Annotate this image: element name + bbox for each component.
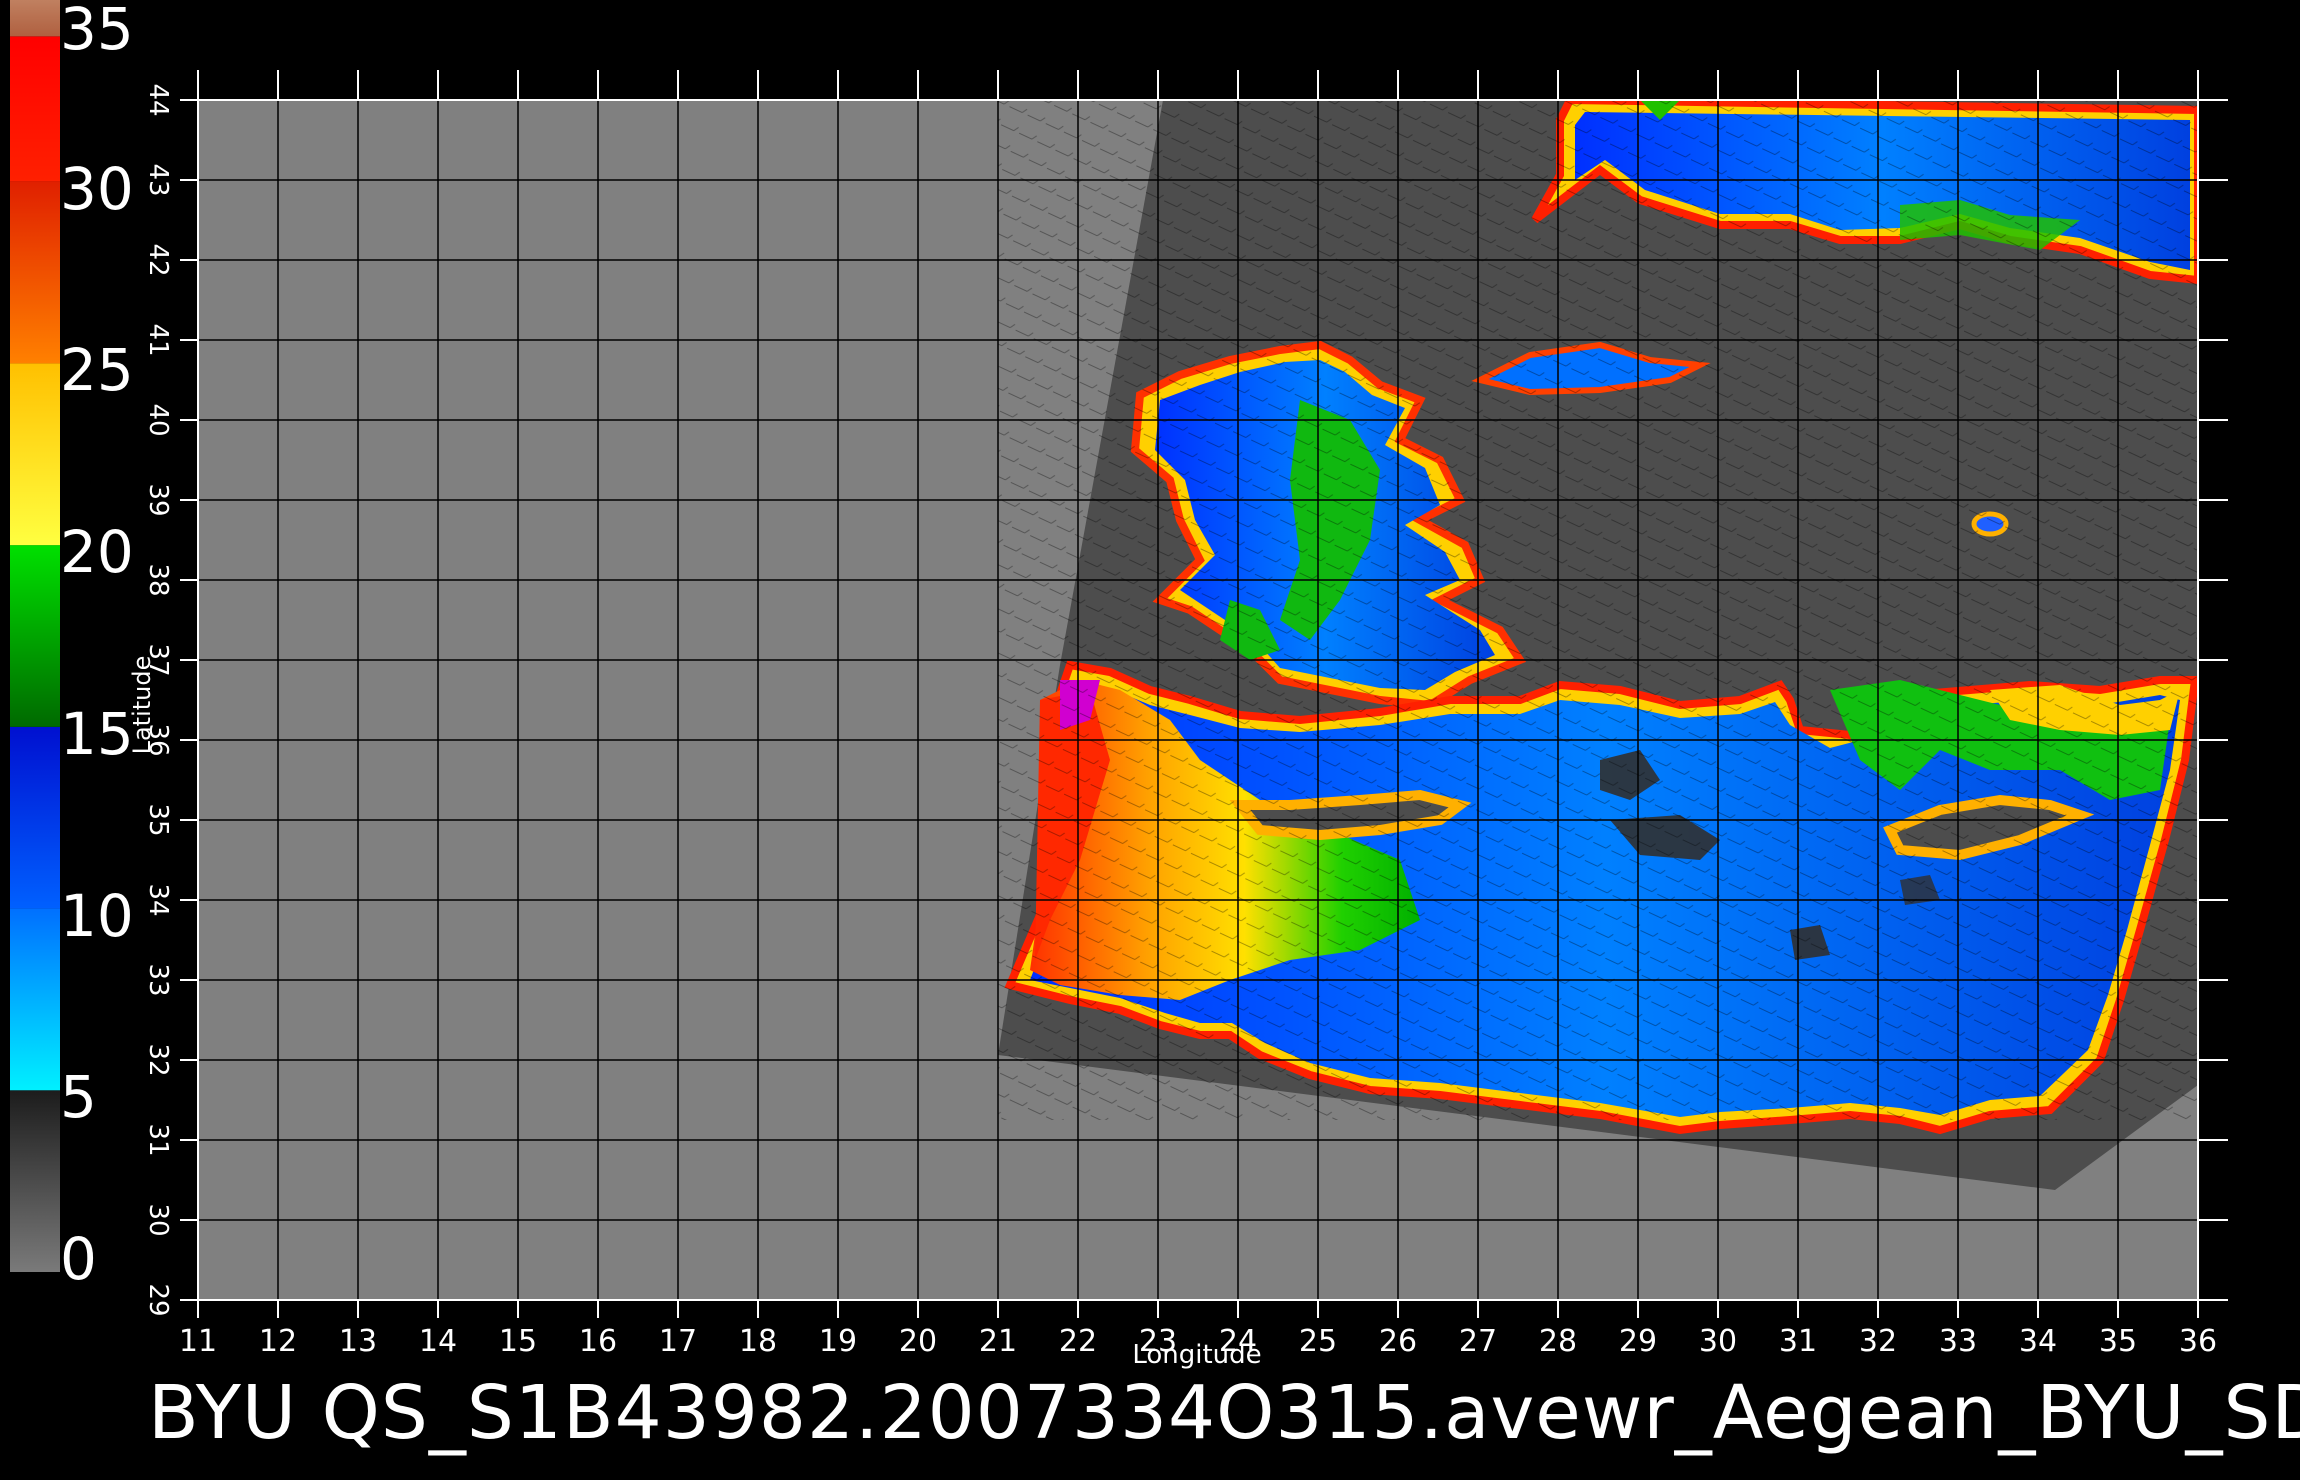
y-tick-label: 30 [143, 1203, 173, 1237]
y-tick-label: 38 [143, 563, 173, 597]
y-tick-label: 35 [143, 803, 173, 837]
colorbar-segment-5-10 [10, 908, 60, 1091]
colorbar-segment-20-25 [10, 363, 60, 546]
colorbar [10, 0, 60, 1272]
image-caption: BYU QS_S1B43982.2007334O315.avewr_Aegean… [148, 1370, 2300, 1456]
colorbar-tick-label: 5 [60, 1063, 97, 1132]
x-tick-label: 30 [1698, 1324, 1738, 1359]
x-tick-label: 18 [738, 1324, 778, 1359]
wind-barb-overlay [998, 100, 2198, 1120]
y-tick-label: 41 [143, 323, 173, 357]
colorbar-segment-30-34 [10, 36, 60, 182]
x-tick-label: 19 [818, 1324, 858, 1359]
x-tick-label: 36 [2178, 1324, 2218, 1359]
x-tick-label: 14 [418, 1324, 458, 1359]
x-tick-label: 16 [578, 1324, 618, 1359]
satellite-swath [998, 100, 2198, 1190]
x-tick-label: 26 [1378, 1324, 1418, 1359]
y-tick-label: 40 [143, 403, 173, 437]
colorbar-segment-15-20 [10, 545, 60, 727]
colorbar-tick-label: 15 [60, 699, 134, 768]
colorbar-tick-label: 20 [60, 518, 134, 587]
x-tick-label: 12 [258, 1324, 298, 1359]
colorbar-segment-0-5 [10, 1090, 60, 1272]
y-tick-label: 44 [143, 83, 173, 117]
x-tick-label: 34 [2018, 1324, 2058, 1359]
x-tick-label: 17 [658, 1324, 698, 1359]
x-tick-label: 22 [1058, 1324, 1098, 1359]
x-tick-label: 13 [338, 1324, 378, 1359]
y-tick-label: 33 [143, 963, 173, 997]
x-tick-label: 15 [498, 1324, 538, 1359]
x-tick-label: 32 [1858, 1324, 1898, 1359]
x-tick-label: 20 [898, 1324, 938, 1359]
x-tick-label: 33 [1938, 1324, 1978, 1359]
y-tick-label: 32 [143, 1043, 173, 1077]
y-tick-label: 42 [143, 243, 173, 277]
y-tick-label: 34 [143, 883, 173, 917]
x-tick-label: 31 [1778, 1324, 1818, 1359]
x-tick-label: 11 [178, 1324, 218, 1359]
colorbar-tick-label: 10 [60, 881, 134, 950]
colorbar-segment-10-15 [10, 726, 60, 909]
colorbar-tick-label: 0 [60, 1225, 97, 1293]
y-tick-label: 39 [143, 483, 173, 517]
colorbar-segment-34-35 [10, 0, 60, 37]
colorbar-tick-label: 25 [60, 336, 134, 405]
y-tick-label: 31 [143, 1123, 173, 1157]
y-axis-title: Latitude [128, 655, 156, 755]
y-tick-label: 43 [143, 163, 173, 197]
x-tick-label: 21 [978, 1324, 1018, 1359]
x-tick-label: 25 [1298, 1324, 1338, 1359]
colorbar-segment-25-30 [10, 181, 60, 364]
x-axis-title: Longitude [1132, 1340, 1262, 1370]
colorbar-tick-label: 30 [60, 154, 134, 223]
x-tick-label: 28 [1538, 1324, 1578, 1359]
x-tick-label: 35 [2098, 1324, 2138, 1359]
wind-speed-map [10, 0, 2228, 1318]
x-tick-label: 27 [1458, 1324, 1498, 1359]
colorbar-tick-label: 35 [60, 0, 134, 63]
y-tick-label: 29 [143, 1283, 173, 1317]
x-tick-label: 29 [1618, 1324, 1658, 1359]
